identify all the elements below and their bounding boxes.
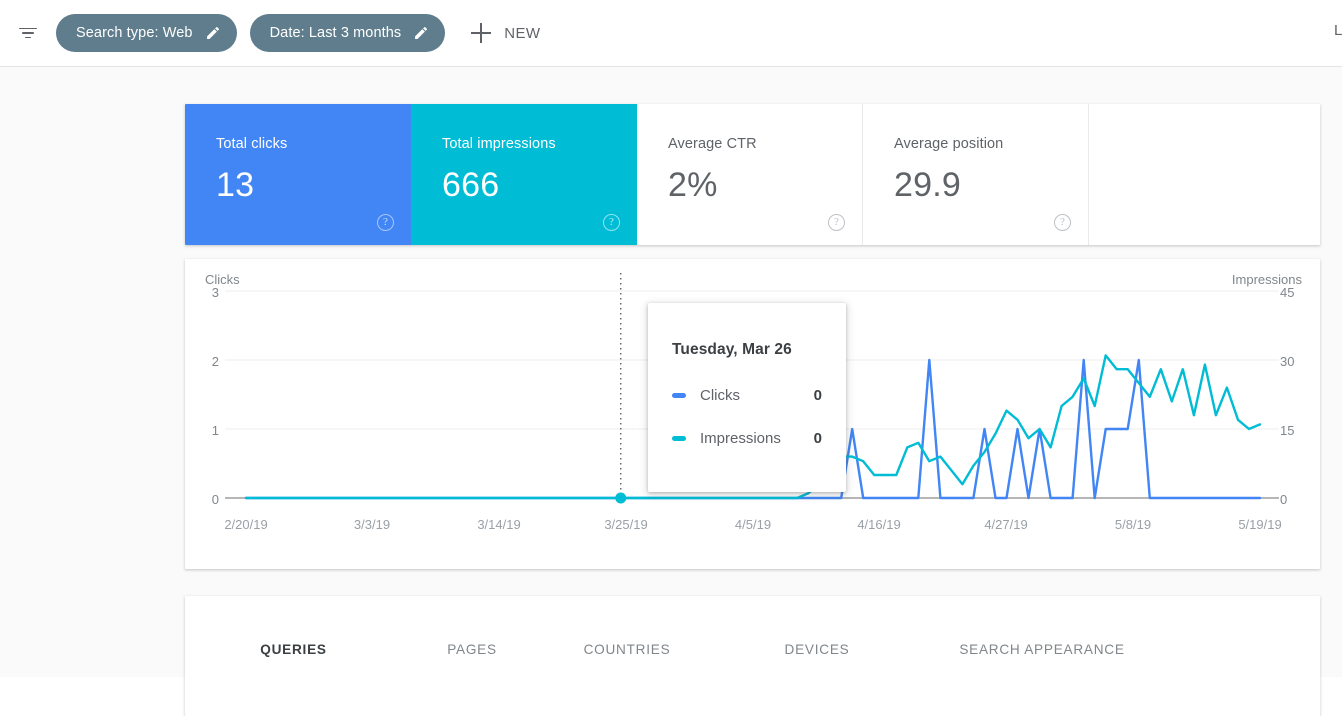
tooltip-clicks-value: 0 xyxy=(813,387,822,404)
chart-xtick-7: 5/8/19 xyxy=(1114,517,1152,532)
help-icon[interactable]: ? xyxy=(377,214,394,231)
plus-icon xyxy=(469,21,493,45)
metric-card-total-impressions[interactable]: Total impressions 666 ? xyxy=(411,104,637,245)
chart-left-ytick-1: 1 xyxy=(211,423,219,438)
chart-left-ytick-2: 2 xyxy=(211,354,219,369)
tooltip-row-clicks: Clicks 0 xyxy=(672,387,822,404)
metric-cards: Total clicks 13 ? Total impressions 666 … xyxy=(185,104,1320,245)
tab-countries[interactable]: COUNTRIES xyxy=(542,626,712,673)
chart-hover-tooltip: Tuesday, Mar 26 Clicks 0 Impressions 0 xyxy=(648,303,846,492)
chart-xtick-1: 3/3/19 xyxy=(353,517,391,532)
metric-card-empty-slot xyxy=(1089,104,1315,245)
dimension-tabs: QUERIES PAGES COUNTRIES DEVICES SEARCH A… xyxy=(185,626,1162,673)
metric-card-average-position[interactable]: Average position 29.9 ? xyxy=(863,104,1089,245)
content-column: Total clicks 13 ? Total impressions 666 … xyxy=(185,67,1320,716)
performance-chart-panel: Clicks Impressions 3 2 1 0 45 30 15 0 2/… xyxy=(185,259,1320,569)
metric-card-total-impressions-value: 666 xyxy=(442,166,500,204)
help-icon[interactable]: ? xyxy=(828,214,845,231)
filter-chip-search-type-label: Search type: Web xyxy=(76,25,193,41)
tooltip-impressions-value: 0 xyxy=(813,430,822,447)
tab-pages[interactable]: PAGES xyxy=(402,626,542,673)
chart-left-ytick-3: 3 xyxy=(211,285,219,300)
chart-xtick-4: 4/5/19 xyxy=(734,517,772,532)
chart-xtick-8: 5/19/19 xyxy=(1238,517,1282,532)
chart-xtick-5: 4/16/19 xyxy=(857,517,901,532)
add-new-filter-button[interactable]: NEW xyxy=(469,21,540,45)
tooltip-clicks-label: Clicks xyxy=(700,387,740,404)
tooltip-date: Tuesday, Mar 26 xyxy=(672,341,792,358)
filter-icon-bar-1 xyxy=(19,27,37,30)
tooltip-row-impressions: Impressions 0 xyxy=(672,430,822,447)
chart-xtick-6: 4/27/19 xyxy=(984,517,1028,532)
pencil-icon[interactable] xyxy=(413,25,429,41)
metric-card-average-position-title: Average position xyxy=(894,136,1004,152)
chart-right-ytick-0: 0 xyxy=(1280,492,1288,507)
top-right-cutoff-text: L xyxy=(1334,22,1342,39)
pencil-icon[interactable] xyxy=(205,25,221,41)
help-icon[interactable]: ? xyxy=(1054,214,1071,231)
metric-card-average-ctr[interactable]: Average CTR 2% ? xyxy=(637,104,863,245)
dimension-tabs-panel: QUERIES PAGES COUNTRIES DEVICES SEARCH A… xyxy=(185,596,1320,716)
metric-card-total-clicks[interactable]: Total clicks 13 ? xyxy=(185,104,411,245)
metric-card-total-clicks-title: Total clicks xyxy=(216,136,288,152)
tab-search-appearance[interactable]: SEARCH APPEARANCE xyxy=(922,626,1162,673)
tooltip-clicks-swatch-icon xyxy=(672,393,686,398)
metric-card-total-clicks-value: 13 xyxy=(216,166,255,204)
metric-card-average-position-value: 29.9 xyxy=(894,166,961,204)
filter-icon[interactable] xyxy=(14,19,42,47)
filter-icon-bar-2 xyxy=(22,32,34,34)
tab-devices[interactable]: DEVICES xyxy=(712,626,922,673)
tooltip-impressions-swatch-icon xyxy=(672,436,686,441)
filter-chip-date[interactable]: Date: Last 3 months xyxy=(249,14,446,52)
filter-icon-bar-3 xyxy=(25,36,31,39)
metric-card-average-ctr-title: Average CTR xyxy=(668,136,757,152)
chart-left-ytick-0: 0 xyxy=(211,492,219,507)
chart-right-ytick-45: 45 xyxy=(1280,285,1295,300)
top-filter-bar: Search type: Web Date: Last 3 months NEW… xyxy=(0,0,1342,67)
tab-queries[interactable]: QUERIES xyxy=(185,626,402,673)
metric-card-total-impressions-title: Total impressions xyxy=(442,136,556,152)
tooltip-impressions-label: Impressions xyxy=(700,430,781,447)
help-icon[interactable]: ? xyxy=(603,214,620,231)
chart-right-ytick-30: 30 xyxy=(1280,354,1295,369)
chart-xtick-3: 3/25/19 xyxy=(604,517,648,532)
chart-right-ytick-15: 15 xyxy=(1280,423,1295,438)
page-body: Total clicks 13 ? Total impressions 666 … xyxy=(0,67,1342,716)
chart-xtick-2: 3/14/19 xyxy=(477,517,521,532)
add-new-filter-label: NEW xyxy=(504,24,541,42)
chart-xtick-0: 2/20/19 xyxy=(224,517,268,532)
filter-chip-search-type[interactable]: Search type: Web xyxy=(56,14,237,52)
filter-chip-date-label: Date: Last 3 months xyxy=(269,25,402,41)
metric-card-average-ctr-value: 2% xyxy=(668,166,718,204)
